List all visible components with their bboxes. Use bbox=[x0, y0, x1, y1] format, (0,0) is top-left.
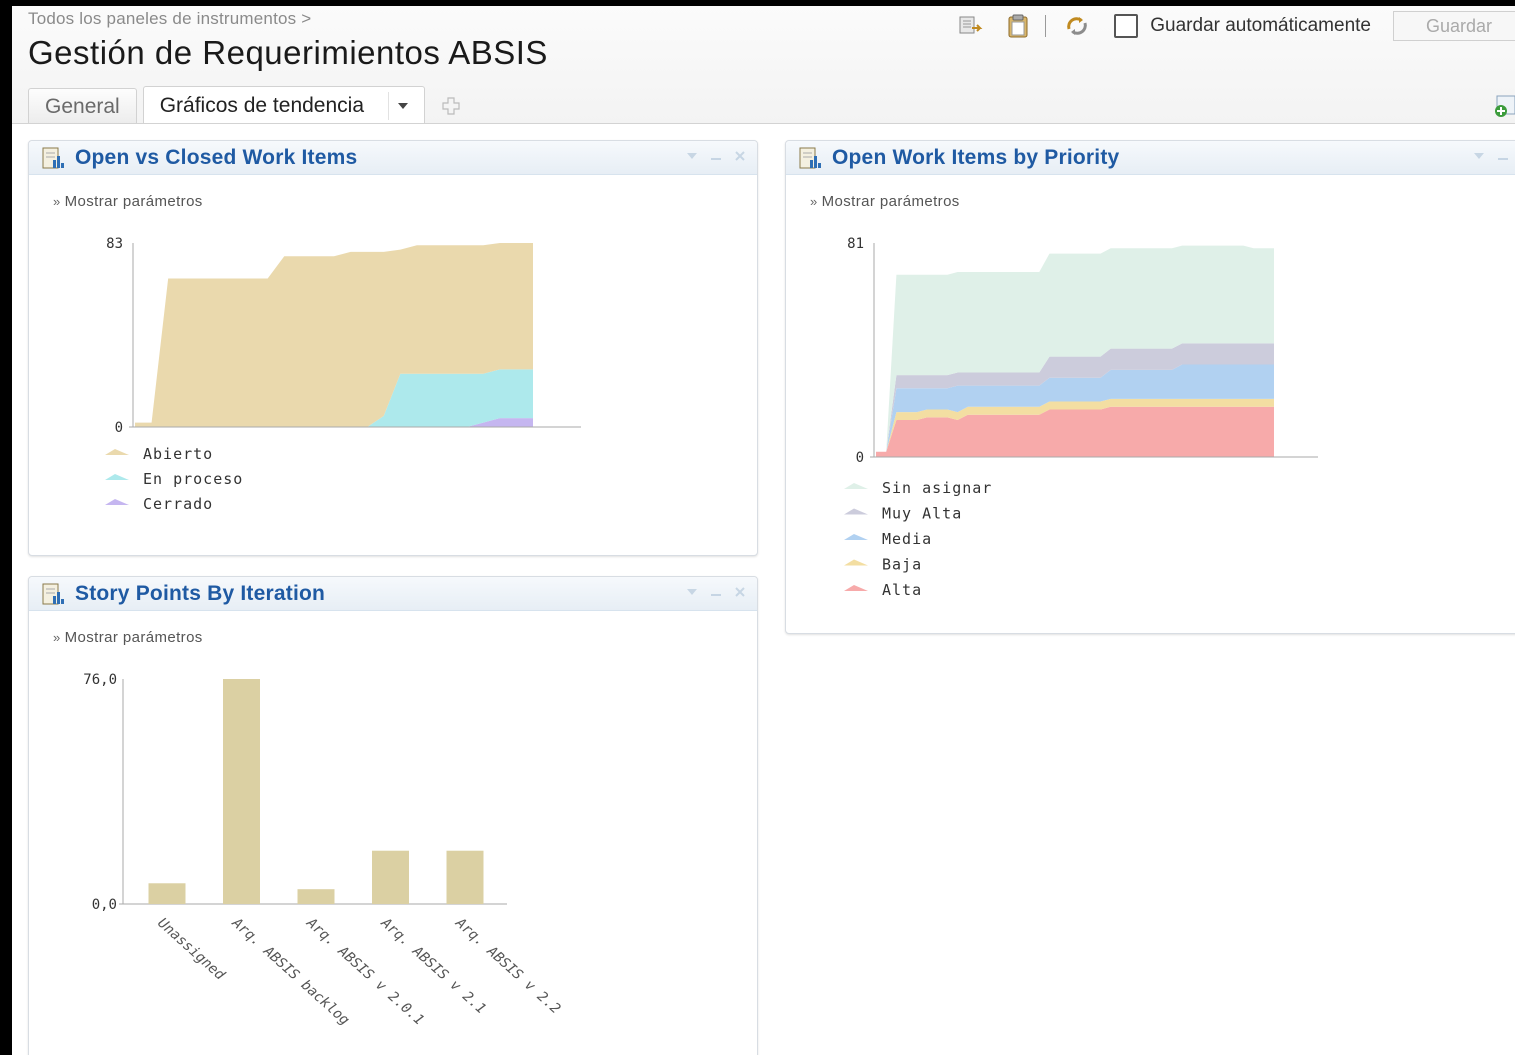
tab-bar: General Gráficos de tendencia bbox=[28, 86, 465, 124]
legend-swatch bbox=[844, 585, 868, 591]
params-label: Mostrar parámetros bbox=[821, 193, 960, 210]
params-label: Mostrar parámetros bbox=[64, 193, 203, 210]
widget-header[interactable]: Open Work Items by Priority bbox=[786, 141, 1515, 175]
widget-menu-icon[interactable] bbox=[1472, 149, 1486, 163]
y-tick-label: 83 bbox=[106, 236, 123, 252]
expand-icon: » bbox=[53, 630, 61, 645]
minimize-icon[interactable] bbox=[709, 585, 723, 599]
legend-swatch bbox=[844, 534, 868, 540]
expand-icon: » bbox=[810, 194, 818, 209]
dashboard-page: Todos los paneles de instrumentos > Gest… bbox=[12, 6, 1515, 1055]
autosave-checkbox[interactable]: Guardar automáticamente bbox=[1114, 14, 1371, 38]
legend-swatch bbox=[844, 559, 868, 566]
widget-open-vs-closed: Open vs Closed Work Items » Mostrar parám… bbox=[28, 140, 758, 556]
export-icon[interactable] bbox=[957, 11, 987, 41]
story-points-chart: 76,00,0Unassigned Arq. ABSIS backlogArq. … bbox=[83, 672, 563, 1028]
breadcrumb[interactable]: Todos los paneles de instrumentos > bbox=[28, 9, 311, 29]
tab-label: Gráficos de tendencia bbox=[159, 93, 365, 117]
add-tab-icon[interactable] bbox=[437, 88, 465, 124]
widget-header[interactable]: Story Points By Iteration bbox=[29, 577, 757, 611]
bar bbox=[446, 850, 484, 904]
legend-label: Cerrado bbox=[143, 495, 213, 513]
tab-general[interactable]: General bbox=[28, 88, 137, 124]
checkbox-box[interactable] bbox=[1114, 14, 1139, 38]
legend-swatch bbox=[105, 449, 129, 455]
minimize-icon[interactable] bbox=[709, 149, 723, 163]
show-params-link[interactable]: » Mostrar parámetros bbox=[53, 193, 203, 210]
open-by-priority-chart: 81 0 Sin asignar Muy Alta Media Baja Alta bbox=[844, 236, 1318, 599]
widget-controls bbox=[1472, 149, 1515, 163]
legend-label: En proceso bbox=[143, 470, 243, 488]
y-tick-label: 0,0 bbox=[92, 897, 117, 913]
legend-swatch bbox=[105, 474, 129, 480]
chevron-down-icon[interactable] bbox=[388, 91, 416, 120]
report-icon bbox=[42, 147, 64, 168]
show-params-link[interactable]: » Mostrar parámetros bbox=[53, 629, 203, 646]
add-widget-icon[interactable] bbox=[1491, 92, 1515, 120]
toolbar: Guardar automáticamente Guardar bbox=[941, 10, 1515, 42]
expand-icon: » bbox=[53, 194, 61, 209]
bar bbox=[297, 889, 335, 904]
legend-label: Baja bbox=[882, 556, 922, 574]
autosave-label: Guardar automáticamente bbox=[1150, 15, 1371, 36]
open-vs-closed-chart: 83 0 Abierto En proceso Cerrado bbox=[105, 236, 581, 513]
x-tick-label: Unassigned bbox=[154, 915, 228, 984]
legend-label: Media bbox=[882, 530, 932, 548]
report-icon bbox=[799, 147, 821, 168]
tab-graficos-tendencia[interactable]: Gráficos de tendencia bbox=[142, 86, 426, 124]
tabs-divider bbox=[12, 123, 1515, 124]
widget-open-by-priority: Open Work Items by Priority » Mostrar par… bbox=[785, 140, 1515, 634]
legend-label: Alta bbox=[882, 581, 922, 599]
widget-controls bbox=[685, 149, 747, 163]
legend-swatch bbox=[844, 483, 868, 489]
bar bbox=[223, 679, 260, 904]
clipboard-icon[interactable] bbox=[1003, 11, 1033, 41]
widget-story-points: Story Points By Iteration » Mostrar parám… bbox=[28, 576, 758, 1055]
legend-swatch bbox=[105, 499, 129, 505]
toolbar-separator bbox=[1045, 15, 1047, 37]
y-tick-label: 0 bbox=[856, 450, 864, 466]
show-params-link[interactable]: » Mostrar parámetros bbox=[810, 193, 960, 210]
close-icon[interactable] bbox=[733, 585, 747, 599]
legend-swatch bbox=[844, 508, 868, 515]
save-button[interactable]: Guardar bbox=[1393, 11, 1515, 41]
y-tick-label: 81 bbox=[847, 236, 864, 252]
y-tick-label: 76,0 bbox=[83, 672, 117, 688]
widget-title: Open Work Items by Priority bbox=[832, 145, 1120, 169]
legend-label: Abierto bbox=[143, 445, 213, 463]
widget-title: Story Points By Iteration bbox=[75, 581, 326, 605]
report-icon bbox=[42, 583, 64, 604]
minimize-icon[interactable] bbox=[1496, 149, 1510, 163]
widget-header[interactable]: Open vs Closed Work Items bbox=[29, 141, 757, 175]
widget-menu-icon[interactable] bbox=[685, 585, 699, 599]
widget-menu-icon[interactable] bbox=[685, 149, 699, 163]
widget-title: Open vs Closed Work Items bbox=[75, 145, 358, 169]
refresh-icon[interactable] bbox=[1062, 11, 1092, 41]
bar bbox=[148, 883, 186, 904]
legend-label: Muy Alta bbox=[882, 505, 962, 523]
widget-controls bbox=[685, 585, 747, 599]
page-title: Gestión de Requerimientos ABSIS bbox=[28, 34, 548, 71]
params-label: Mostrar parámetros bbox=[64, 629, 203, 646]
close-icon[interactable] bbox=[733, 149, 747, 163]
legend-label: Sin asignar bbox=[882, 479, 992, 497]
y-tick-label: 0 bbox=[115, 420, 123, 436]
bar bbox=[372, 850, 409, 904]
